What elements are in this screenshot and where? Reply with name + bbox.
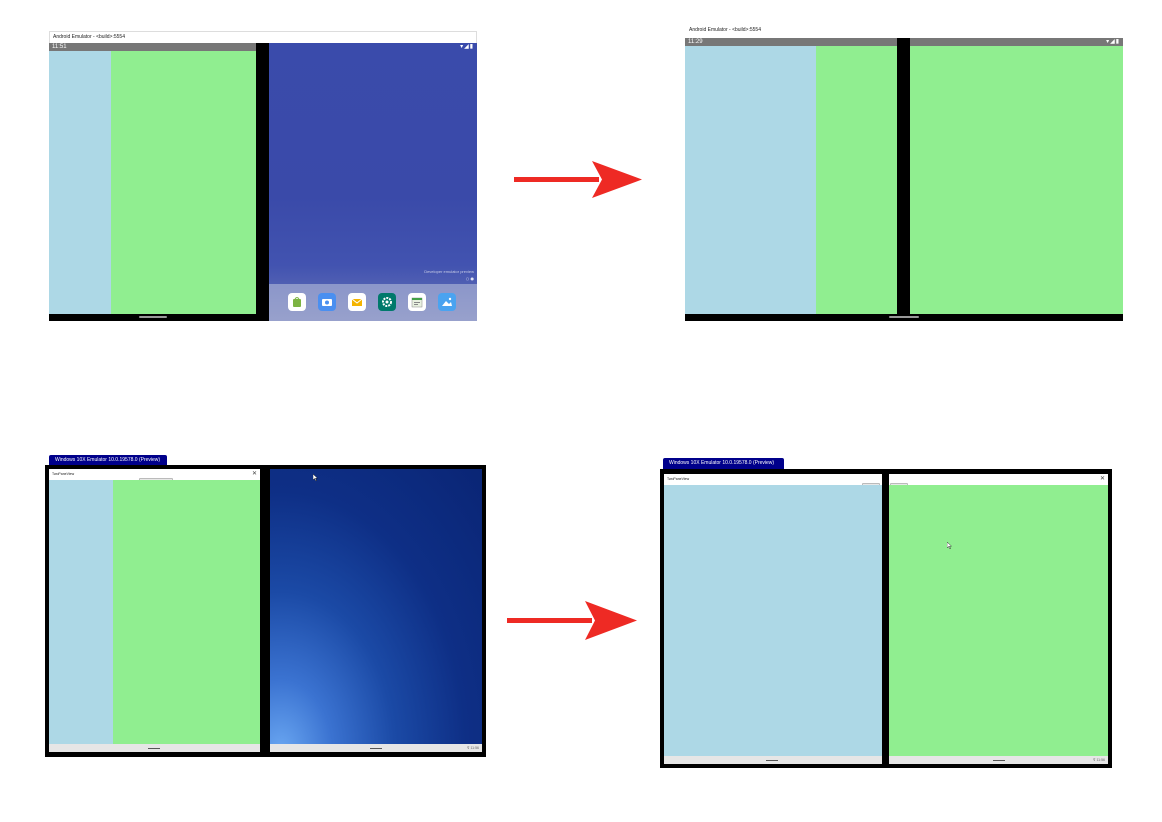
- transition-arrow-bottom: [507, 601, 637, 640]
- app-title: TwoPaneView: [667, 477, 690, 481]
- pane-blue: [685, 46, 816, 314]
- taskbar: [664, 756, 882, 764]
- app-window-right: ✕ ⊽ 11:56: [889, 474, 1108, 764]
- transition-arrow-top: [514, 161, 642, 198]
- pane-green: [111, 51, 256, 314]
- pane-green-right: [910, 46, 1123, 314]
- home-indicator[interactable]: [148, 748, 160, 749]
- camera-icon[interactable]: [318, 293, 336, 311]
- status-icons: ▾◢▮: [460, 43, 474, 50]
- status-icons: ▾◢▮: [1106, 38, 1120, 45]
- home-indicator[interactable]: [370, 748, 382, 749]
- system-tray[interactable]: ⊽ 11:56: [467, 744, 479, 752]
- status-time: 11:29: [688, 39, 703, 45]
- pane-blue: [664, 485, 882, 756]
- app-title: TwoPaneView: [52, 472, 75, 476]
- pane-blue: [49, 51, 111, 314]
- home-indicator[interactable]: [993, 760, 1005, 761]
- desktop-wallpaper: ⊽ 11:56: [270, 469, 482, 752]
- app-title-bar: TwoPaneView ✕: [49, 469, 260, 481]
- pane-green: [816, 46, 897, 314]
- developer-preview-label: Developer emulator preview: [424, 269, 474, 274]
- hinge: [256, 43, 269, 321]
- close-button[interactable]: ✕: [1100, 474, 1105, 484]
- page-indicator: ○ ●: [465, 276, 474, 281]
- status-time: 11:51: [52, 44, 67, 50]
- emulator-window-title: Android Emulator - <build>:5554: [53, 34, 125, 40]
- dock: [269, 284, 477, 321]
- app-title-bar: ✕: [889, 474, 1108, 486]
- nav-bar: [49, 314, 256, 321]
- pane-blue: [49, 480, 113, 744]
- pane-green: [889, 485, 1108, 756]
- pane-green: [113, 480, 260, 744]
- status-bar: 11:51: [49, 43, 256, 51]
- close-button[interactable]: ✕: [252, 469, 257, 479]
- photos-icon[interactable]: [438, 293, 456, 311]
- app-title-bar: TwoPaneView: [664, 474, 882, 486]
- taskbar: [49, 744, 260, 752]
- settings-icon[interactable]: [378, 293, 396, 311]
- home-gesture-pill[interactable]: [889, 316, 919, 318]
- nav-bar: [685, 314, 1123, 321]
- hinge: [897, 38, 910, 321]
- taskbar: ⊽ 11:56: [889, 756, 1108, 764]
- mouse-cursor-icon: [947, 542, 952, 549]
- calendar-icon[interactable]: [408, 293, 426, 311]
- home-gesture-pill[interactable]: [139, 316, 167, 318]
- store-icon[interactable]: [288, 293, 306, 311]
- emulator-window-title: Android Emulator - <build>:5554: [689, 27, 761, 33]
- email-icon[interactable]: [348, 293, 366, 311]
- home-screen: ▾◢▮ Developer emulator preview ○ ●: [269, 43, 477, 321]
- app-window: TwoPaneView ✕: [49, 469, 260, 752]
- system-tray[interactable]: ⊽ 11:56: [1093, 756, 1105, 764]
- home-indicator[interactable]: [766, 760, 778, 761]
- taskbar: ⊽ 11:56: [270, 744, 482, 752]
- app-window-left: TwoPaneView: [664, 474, 882, 764]
- mouse-cursor-icon: [313, 474, 318, 481]
- emulator-tab-title[interactable]: Windows 10X Emulator 10.0.19578.0 (Previ…: [663, 458, 784, 469]
